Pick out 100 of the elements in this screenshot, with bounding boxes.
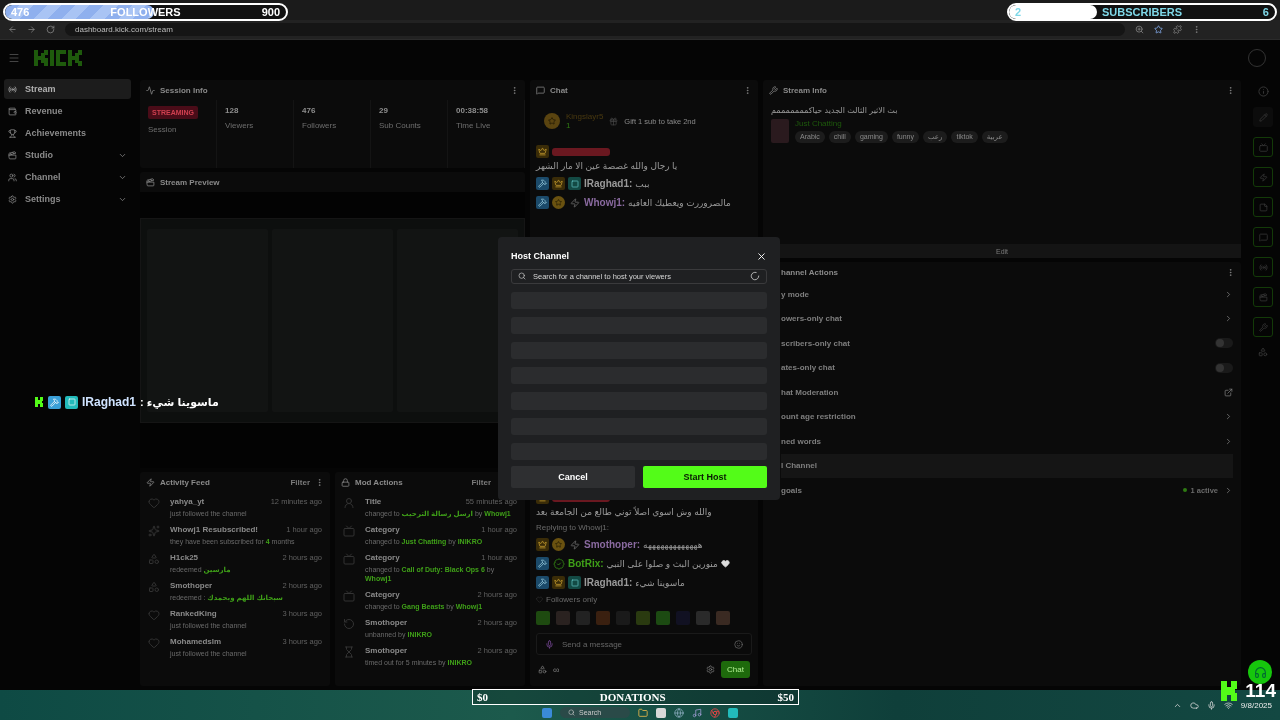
crown-badge-icon (536, 145, 549, 158)
chevron-right-icon (1224, 314, 1233, 324)
cloud-icon[interactable] (1189, 700, 1199, 710)
emote-icon[interactable] (636, 611, 650, 625)
sidebar-item[interactable]: Settings (4, 189, 131, 209)
chat-icon (1258, 232, 1268, 242)
extensions-icon[interactable] (1173, 25, 1182, 34)
hourglass-icon (343, 646, 355, 658)
channel-action-row[interactable]: ount age restriction (781, 404, 1233, 429)
more-icon[interactable] (1226, 267, 1235, 277)
mic-icon[interactable] (1206, 700, 1216, 710)
activity-user: Mohamedslm (170, 637, 222, 646)
chat-username[interactable]: IRaghad1: (584, 577, 633, 588)
shapes-icon[interactable] (1258, 347, 1268, 357)
chat-username[interactable]: Smothoper: (584, 539, 641, 550)
reload-icon[interactable] (46, 25, 55, 34)
broadcast-button[interactable] (1253, 257, 1273, 277)
screen-button[interactable] (1253, 137, 1273, 157)
sidebar-item[interactable]: Channel (4, 167, 131, 187)
sidebar-item[interactable]: Revenue (4, 101, 131, 121)
globe-icon[interactable] (674, 708, 684, 718)
menu-icon[interactable] (1192, 25, 1201, 34)
emote-icon[interactable] (656, 611, 670, 625)
sidebar-item[interactable]: Stream (4, 79, 131, 99)
hammer-badge-icon (536, 557, 549, 570)
app-icon[interactable] (656, 708, 666, 718)
cancel-button[interactable]: Cancel (511, 466, 635, 488)
chat-message: منورين البث و صلوا على النبي (606, 558, 718, 569)
wallet-icon (8, 106, 17, 116)
app-icon[interactable] (728, 708, 738, 718)
chevron-right-icon (1224, 436, 1233, 446)
activity-user: H1ck25 (170, 553, 199, 562)
wifi-icon[interactable] (1223, 700, 1233, 710)
channel-action-row[interactable]: ates-only chat (781, 355, 1233, 380)
chat-username[interactable]: Whowj1: (584, 197, 626, 208)
zoom-icon[interactable] (1135, 25, 1144, 34)
filter-button[interactable]: Filter (290, 477, 310, 487)
chat-username[interactable]: IRaghad1: (584, 178, 633, 189)
sparkles-icon (148, 525, 160, 537)
close-button[interactable] (756, 250, 767, 262)
lock-icon (341, 477, 350, 487)
lightning-icon (1258, 172, 1268, 182)
shapes-icon (148, 581, 160, 593)
channel-action-row[interactable]: hat Moderation (781, 380, 1233, 405)
more-icon[interactable] (1226, 85, 1235, 95)
chat-send-button[interactable]: Chat (721, 661, 750, 678)
goal-current: 2 (1015, 6, 1022, 18)
chat-input-bar[interactable]: Send a message (536, 633, 752, 655)
hammer-badge-icon (536, 177, 549, 190)
broadcast-icon (8, 84, 17, 94)
music-icon[interactable] (692, 708, 702, 718)
address-bar[interactable]: dashboard.kick.com/stream (65, 23, 1125, 36)
back-icon[interactable] (8, 25, 17, 34)
channel-action-row[interactable]: y mode (781, 282, 1233, 307)
info-icon[interactable] (1257, 86, 1269, 97)
sidebar-item[interactable]: Studio (4, 145, 131, 165)
filter-button[interactable]: Filter (471, 477, 491, 487)
forward-icon[interactable] (27, 25, 36, 34)
menu-icon[interactable] (8, 51, 20, 64)
sidebar-item[interactable]: Achievements (4, 123, 131, 143)
bookmark-star-icon[interactable] (1154, 25, 1163, 34)
blurred-username (552, 147, 610, 156)
stream-title: بث الاثير الثالث الجديد حياكمممممممم (771, 106, 898, 115)
pencil-button[interactable] (1253, 107, 1273, 127)
emote-icon[interactable] (536, 611, 550, 625)
message-input[interactable]: Send a message (560, 638, 728, 650)
stat-label: Session (148, 125, 178, 134)
stat-label: Viewers (225, 121, 255, 130)
more-icon[interactable] (315, 477, 324, 487)
emoji-icon[interactable] (734, 639, 743, 649)
mod-action-label: Smothoper (365, 646, 408, 655)
mod-action-label: Smothoper (365, 618, 408, 627)
start-icon[interactable] (542, 708, 552, 718)
note-button[interactable] (1253, 197, 1273, 217)
lightning-button[interactable] (1253, 167, 1273, 187)
clapperboard-icon (8, 150, 17, 160)
pencil-icon (1258, 112, 1268, 122)
start-host-button[interactable]: Start Host (643, 466, 767, 488)
settings-icon[interactable] (706, 665, 716, 674)
shapes-icon (148, 553, 160, 565)
toggle-switch[interactable] (1215, 338, 1233, 349)
clapperboard-button[interactable] (1253, 287, 1273, 307)
more-icon[interactable] (510, 85, 519, 95)
section-header: l Channel (781, 453, 1233, 478)
channel-action-row[interactable]: ned words (781, 429, 1233, 454)
channel-action-row[interactable]: owers-only chat (781, 306, 1233, 331)
stat-value: 00:38:58 (456, 106, 490, 115)
folder-icon[interactable] (638, 708, 648, 718)
chat-username[interactable]: BotRix: (568, 558, 604, 569)
chat-message: يا رجال والله غصصة عين الا مار الشهر (536, 161, 678, 171)
wrench-button[interactable] (1253, 317, 1273, 337)
channel-action-row[interactable]: scribers-only chat (781, 331, 1233, 356)
more-icon[interactable] (743, 85, 752, 95)
toggle-switch[interactable] (1215, 362, 1233, 373)
chat-button[interactable] (1253, 227, 1273, 247)
goal-current: 476 (11, 6, 30, 18)
activity-user: Whowj1 Resubscribed! (170, 525, 258, 534)
lightning-icon (146, 477, 155, 487)
browser-icon[interactable] (710, 708, 720, 718)
search-icon (518, 272, 526, 281)
